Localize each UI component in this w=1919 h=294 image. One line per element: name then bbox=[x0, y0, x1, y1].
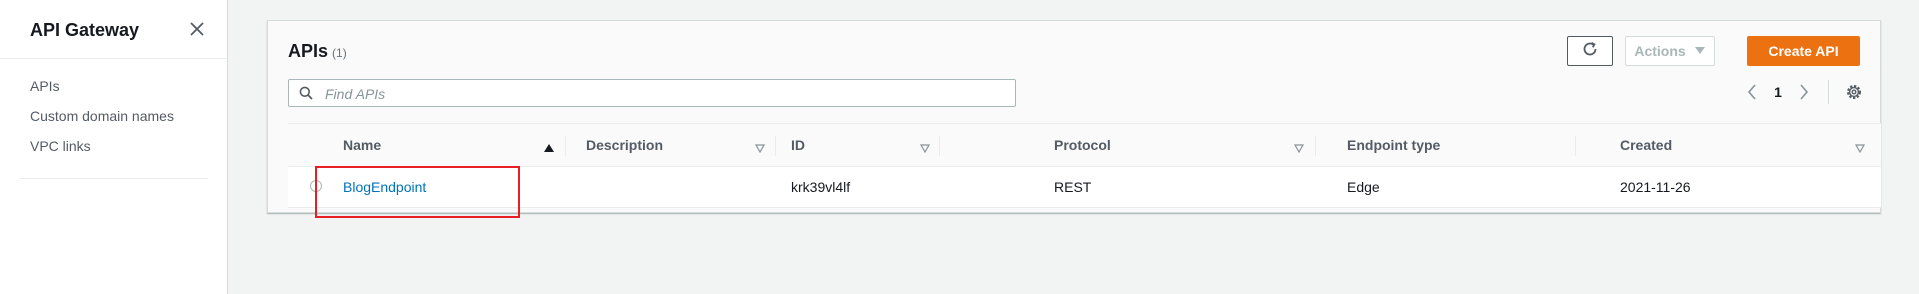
caret-down-icon bbox=[1694, 43, 1706, 59]
column-divider bbox=[939, 136, 940, 156]
apis-table: Name Description ID Protocol Endpoint ty… bbox=[288, 123, 1881, 208]
table-row[interactable]: BlogEndpoint krk39vl4lf REST Edge 2021-1… bbox=[288, 167, 1881, 208]
sidebar-item-vpc-links[interactable]: VPC links bbox=[30, 136, 174, 166]
close-icon[interactable] bbox=[186, 18, 208, 40]
sidebar-item-custom-domain-names[interactable]: Custom domain names bbox=[30, 106, 174, 136]
column-header-created[interactable]: Created bbox=[1620, 124, 1672, 166]
page-number[interactable]: 1 bbox=[1766, 84, 1790, 100]
column-header-endpoint-type[interactable]: Endpoint type bbox=[1347, 124, 1440, 166]
sort-icon[interactable] bbox=[1293, 140, 1305, 154]
sort-icon[interactable] bbox=[919, 140, 931, 154]
api-protocol: REST bbox=[1054, 179, 1092, 195]
column-header-protocol[interactable]: Protocol bbox=[1054, 124, 1111, 166]
refresh-icon bbox=[1581, 40, 1599, 63]
sort-icon[interactable] bbox=[1854, 140, 1866, 154]
search-box[interactable] bbox=[288, 79, 1016, 108]
actions-label: Actions bbox=[1634, 43, 1686, 59]
column-divider bbox=[1575, 136, 1576, 156]
api-count: (1) bbox=[332, 46, 347, 60]
sort-asc-icon[interactable] bbox=[544, 140, 554, 152]
chevron-left-icon[interactable] bbox=[1738, 78, 1766, 106]
api-endpoint-type: Edge bbox=[1347, 179, 1380, 195]
sort-icon[interactable] bbox=[754, 140, 766, 154]
column-divider bbox=[1315, 136, 1316, 156]
pagination: 1 bbox=[1738, 78, 1865, 106]
api-id: krk39vl4lf bbox=[791, 179, 851, 195]
chevron-right-icon[interactable] bbox=[1790, 78, 1818, 106]
highlight-box bbox=[315, 166, 520, 218]
api-created: 2021-11-26 bbox=[1620, 179, 1691, 195]
sidebar-title: API Gateway bbox=[30, 20, 140, 40]
search-input[interactable] bbox=[323, 80, 1007, 108]
panel-title: APIs (1) bbox=[288, 41, 347, 62]
create-api-button[interactable]: Create API bbox=[1747, 36, 1860, 66]
sidebar-divider bbox=[20, 178, 208, 179]
pager-divider bbox=[1828, 80, 1829, 104]
column-header-description[interactable]: Description bbox=[586, 124, 663, 166]
search-icon bbox=[299, 86, 313, 100]
table-header: Name Description ID Protocol Endpoint ty… bbox=[288, 123, 1881, 167]
sidebar-divider bbox=[0, 58, 227, 59]
column-divider bbox=[775, 136, 776, 156]
refresh-button[interactable] bbox=[1567, 36, 1613, 66]
panel-title-text: APIs bbox=[288, 41, 329, 61]
gear-icon[interactable] bbox=[1843, 81, 1865, 103]
panel-header: APIs (1) Actions Create API Find APIs 1 bbox=[268, 21, 1880, 123]
column-divider bbox=[565, 136, 566, 156]
column-header-id[interactable]: ID bbox=[791, 124, 805, 166]
actions-dropdown-button[interactable]: Actions bbox=[1625, 36, 1715, 66]
column-header-name[interactable]: Name bbox=[343, 124, 381, 166]
sidebar: API Gateway APIs Custom domain names VPC… bbox=[0, 0, 228, 294]
sidebar-item-apis[interactable]: APIs bbox=[30, 76, 174, 106]
